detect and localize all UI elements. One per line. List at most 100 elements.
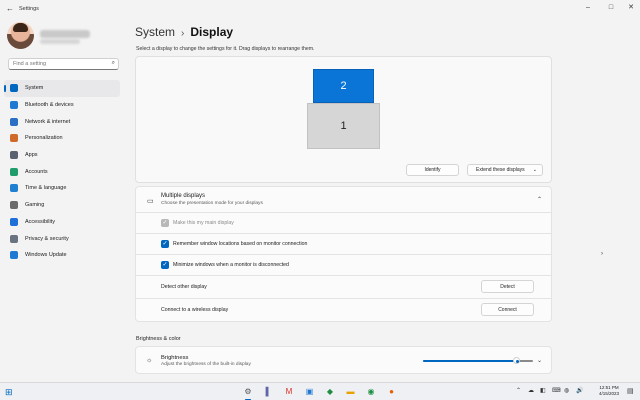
onedrive-icon[interactable]: ☁ [528, 387, 534, 394]
mouse-cursor-icon: › [601, 251, 603, 257]
sidebar-item-time-language[interactable]: Time & language [4, 180, 120, 197]
sidebar: ⌕ System Bluetooth & devices Network & int… [0, 18, 125, 382]
minimize-windows-label[interactable]: Minimize windows when a monitor is disco… [173, 262, 289, 268]
multiple-displays-header[interactable]: ▭ Multiple displays Choose the presentat… [135, 186, 552, 213]
sidebar-item-gaming[interactable]: Gaming [4, 197, 120, 214]
brightness-section-title: Brightness & color [136, 336, 181, 342]
option-minimize-windows: ✓ Minimize windows when a monitor is dis… [135, 255, 552, 276]
wifi-icon [10, 117, 18, 126]
explorer-app-icon[interactable]: ▬ [345, 386, 357, 398]
sun-icon: ☼ [146, 357, 153, 364]
multiple-displays-icon: ▭ [147, 198, 154, 205]
identify-button[interactable]: Identify [406, 164, 459, 176]
main-content: System › Display Select a display to chang… [127, 18, 640, 382]
sidebar-item-personalization[interactable]: Personalization [4, 130, 120, 147]
close-button[interactable]: ✕ [625, 3, 637, 13]
app-tray-icon[interactable]: ◧ [540, 387, 546, 394]
sidebar-item-label: System [25, 85, 44, 92]
breadcrumb-parent[interactable]: System [135, 25, 175, 39]
show-hidden-icons-icon[interactable]: ⌃ [516, 387, 521, 394]
sidebar-item-bluetooth-devices[interactable]: Bluetooth & devices [4, 97, 120, 114]
avatar [7, 22, 34, 49]
chrome-app-icon[interactable]: ◉ [365, 386, 377, 398]
clock[interactable]: 12:51 PM 4/15/2023 [596, 385, 622, 397]
search-box[interactable]: ⌕ [8, 58, 119, 70]
firefox-app-icon[interactable]: ● [386, 386, 398, 398]
sidebar-item-label: Privacy & security [25, 235, 69, 242]
chevron-down-icon[interactable]: ⌄ [537, 357, 542, 364]
sidebar-item-label: Accessibility [25, 218, 55, 225]
detect-button[interactable]: Detect [481, 280, 534, 293]
maximize-button[interactable]: □ [605, 3, 617, 13]
main-display-label: Make this my main display [173, 220, 234, 226]
detect-display-label: Detect other display [161, 284, 207, 290]
brush-icon [10, 134, 18, 143]
display-arrangement-panel: 2 1 Identify Extend these displays ⌄ [135, 56, 552, 183]
accessibility-icon [10, 217, 18, 226]
multiple-displays-subtitle: Choose the presentation mode for your di… [161, 201, 263, 206]
sidebar-nav: System Bluetooth & devices Network & inter… [4, 80, 120, 264]
search-input[interactable] [9, 59, 105, 69]
profile-name-redacted [40, 30, 90, 38]
sidebar-item-label: Apps [25, 152, 38, 159]
sidebar-item-accounts[interactable]: Accounts [4, 163, 120, 180]
brightness-title: Brightness [161, 355, 189, 361]
page-title: Display [190, 25, 234, 39]
sidebar-item-network-internet[interactable]: Network & internet [4, 113, 120, 130]
brightness-subtitle: Adjust the brightness of the built-in di… [161, 362, 251, 367]
breadcrumb: System › Display [135, 25, 233, 39]
brightness-slider-thumb[interactable] [513, 357, 520, 364]
monitor-2[interactable]: 2 [313, 69, 374, 103]
sidebar-item-windows-update[interactable]: Windows Update [4, 247, 120, 264]
settings-app-icon[interactable]: ⚙ [242, 386, 254, 400]
clock-date: 4/15/2023 [598, 391, 620, 396]
breadcrumb-separator: › [181, 28, 185, 39]
person-icon [10, 167, 18, 176]
sidebar-item-privacy-security[interactable]: Privacy & security [4, 230, 120, 247]
option-main-display: ✓ Make this my main display [135, 213, 552, 234]
start-icon[interactable]: ⊞ [5, 387, 13, 398]
photos-app-icon[interactable]: ▣ [304, 386, 316, 398]
monitor-1[interactable]: 1 [307, 103, 380, 149]
option-remember-windows: ✓ Remember window locations based on mon… [135, 234, 552, 255]
sidebar-item-apps[interactable]: Apps [4, 147, 120, 164]
sidebar-item-label: Time & language [25, 185, 67, 192]
connect-button[interactable]: Connect [481, 303, 534, 316]
brightness-slider[interactable] [423, 357, 533, 364]
sidebar-item-label: Gaming [25, 202, 45, 209]
bluetooth-icon [10, 101, 18, 110]
shield-icon [10, 234, 18, 243]
chevron-up-icon[interactable]: ⌃ [537, 196, 542, 203]
arrange-instruction: Select a display to change the settings … [136, 46, 315, 52]
sidebar-item-label: Windows Update [25, 252, 67, 259]
minimize-button[interactable]: – [582, 3, 594, 13]
display-mode-dropdown[interactable]: Extend these displays ⌄ [467, 164, 543, 176]
maps-app-icon[interactable]: ◆ [324, 386, 336, 398]
window-title: Settings [19, 6, 39, 12]
sidebar-item-system[interactable]: System [4, 80, 120, 97]
sidebar-item-label: Personalization [25, 135, 63, 142]
sidebar-item-accessibility[interactable]: Accessibility [4, 214, 120, 231]
globe-clock-icon [10, 184, 18, 193]
update-icon [10, 251, 18, 260]
gmail-app-icon[interactable]: M [283, 386, 295, 398]
keyboard-icon[interactable]: ⌨ [552, 387, 561, 394]
teams-app-icon[interactable]: ▌ [263, 386, 275, 398]
notification-icon[interactable]: ▤ [627, 387, 634, 395]
profile-email-redacted [40, 39, 80, 44]
wireless-display-label: Connect to a wireless display [161, 307, 229, 313]
wireless-display-row: Connect to a wireless display Connect [135, 299, 552, 322]
remember-windows-label[interactable]: Remember window locations based on monit… [173, 241, 307, 247]
search-icon[interactable]: ⌕ [112, 60, 115, 67]
sidebar-item-label: Accounts [25, 168, 48, 175]
network-icon[interactable]: ◍ [564, 387, 569, 394]
display-mode-value: Extend these displays [476, 167, 525, 173]
user-profile[interactable] [7, 22, 122, 50]
detect-display-row: Detect other display Detect [135, 276, 552, 299]
controller-icon [10, 201, 18, 210]
minimize-windows-checkbox[interactable]: ✓ [161, 261, 169, 269]
volume-icon[interactable]: 🔊 [576, 387, 583, 394]
apps-icon [10, 151, 18, 160]
back-arrow-icon[interactable]: ← [6, 4, 14, 13]
remember-windows-checkbox[interactable]: ✓ [161, 240, 169, 248]
